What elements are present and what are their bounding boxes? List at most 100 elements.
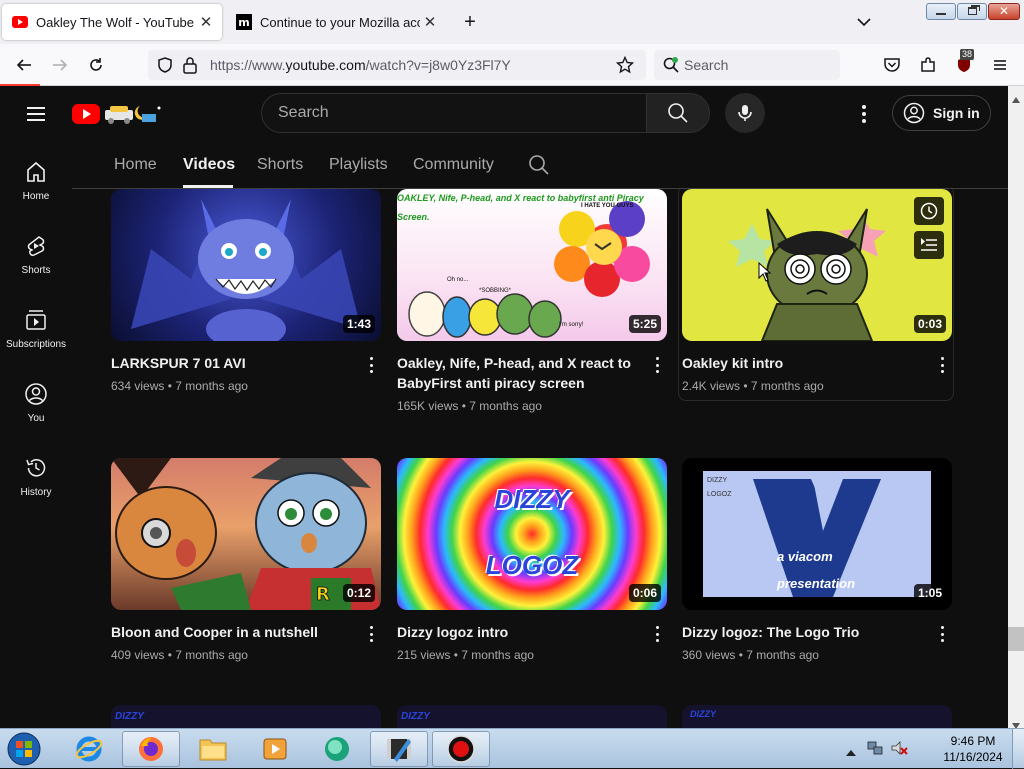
video-grid: 1:43 LARKSPUR 7 01 AVI 634 views • 7 mon… [0, 189, 1008, 728]
mouse-cursor-icon [758, 261, 772, 287]
video-thumbnail-partial[interactable]: DIZZY [111, 705, 381, 728]
video-more-actions-icon[interactable] [651, 355, 663, 375]
voice-search-button[interactable] [725, 93, 765, 133]
settings-more-icon[interactable] [852, 102, 876, 126]
start-button[interactable] [4, 731, 44, 767]
thumbnail-quote: *SOBBING* [479, 288, 512, 294]
video-metadata: 634 views • 7 months ago [111, 379, 248, 393]
close-tab-icon[interactable]: ✕ [420, 13, 440, 31]
microphone-icon [738, 105, 752, 121]
video-more-actions-icon[interactable] [365, 624, 377, 644]
channel-search-icon[interactable] [528, 154, 550, 181]
thumbnail-quote: Oh no... [447, 277, 469, 283]
browser-nav-bar: https://www.youtube.com/watch?v=j8w0Yz3F… [0, 44, 1024, 86]
video-title[interactable]: Oakley, Nife, P-head, and X react to Bab… [397, 353, 637, 393]
thumbnail-caption: presentation [777, 576, 856, 591]
search-input[interactable]: Search [261, 93, 647, 133]
video-thumbnail[interactable]: OAKLEY, Nife, P-head, and X react to bab… [397, 189, 667, 341]
restore-window-button[interactable] [957, 3, 987, 20]
bookmark-star-icon[interactable] [615, 55, 635, 79]
video-editor-taskbar-icon[interactable] [370, 731, 428, 767]
app-menu-icon[interactable] [986, 51, 1014, 79]
screen-recorder-taskbar-icon[interactable] [432, 731, 490, 767]
new-tab-icon[interactable]: + [458, 10, 482, 34]
video-duration: 0:12 [342, 584, 375, 602]
tab-home[interactable]: Home [114, 156, 157, 174]
pocket-icon[interactable] [878, 51, 906, 79]
video-thumbnail-partial[interactable]: DIZZY [397, 705, 667, 728]
tracking-protection-shield-icon[interactable] [156, 56, 174, 79]
video-metadata: 215 views • 7 months ago [397, 648, 534, 662]
video-metadata: 409 views • 7 months ago [111, 648, 248, 662]
network-tray-icon[interactable] [866, 739, 884, 762]
clock-time: 9:46 PM [950, 734, 996, 748]
volume-muted-tray-icon[interactable] [890, 739, 908, 762]
video-title[interactable]: Dizzy logoz intro [397, 622, 637, 642]
show-desktop-button[interactable] [1012, 729, 1024, 769]
video-more-actions-icon[interactable] [651, 624, 663, 644]
minimize-window-button[interactable] [926, 3, 956, 20]
video-thumbnail-partial[interactable]: DIZZY [682, 705, 952, 728]
extensions-puzzle-icon[interactable] [914, 51, 942, 79]
video-duration: 1:05 [913, 584, 946, 602]
account-circle-icon [903, 102, 925, 124]
show-hidden-icons-arrow[interactable] [846, 743, 856, 761]
ublock-extension-icon[interactable]: 38 [950, 49, 978, 79]
browser-tab-title: Oakley The Wolf - YouTube [36, 14, 195, 30]
tab-playlists[interactable]: Playlists [329, 156, 388, 174]
forward-arrow-icon[interactable] [46, 51, 74, 79]
system-clock[interactable]: 9:46 PM 11/16/2024 [928, 733, 1018, 765]
video-more-actions-icon[interactable] [365, 355, 377, 375]
close-tab-icon[interactable]: ✕ [196, 13, 216, 31]
media-player-taskbar-icon[interactable] [246, 731, 304, 767]
scroll-up-arrow-icon[interactable] [1012, 90, 1020, 108]
video-title[interactable]: Bloon and Cooper in a nutshell [111, 622, 351, 642]
search-engine-icon [662, 56, 680, 79]
video-duration: 5:25 [628, 315, 661, 333]
browser-tab-title: Continue to your Mozilla account [260, 14, 420, 30]
reload-icon[interactable] [82, 51, 110, 79]
video-title[interactable]: Dizzy logoz: The Logo Trio [682, 622, 922, 642]
youtube-favicon-icon [12, 14, 28, 30]
winged-creature-illustration [131, 199, 361, 341]
thumbnail-caption: a viacom [777, 549, 833, 564]
internet-explorer-taskbar-icon[interactable] [60, 731, 118, 767]
sign-in-button[interactable]: Sign in [892, 95, 991, 131]
lock-icon[interactable] [182, 56, 198, 79]
back-arrow-icon[interactable] [10, 51, 38, 79]
messenger-taskbar-icon[interactable] [308, 731, 366, 767]
clock-date: 11/16/2024 [943, 750, 1003, 764]
video-title[interactable]: LARKSPUR 7 01 AVI [111, 353, 351, 373]
tab-community[interactable]: Community [413, 156, 494, 174]
video-thumbnail[interactable]: R 0:12 [111, 458, 381, 610]
video-duration: 0:06 [628, 584, 661, 602]
web-search-box[interactable]: Search [654, 50, 840, 80]
guide-menu-icon[interactable] [24, 102, 48, 131]
browser-tab-youtube[interactable]: Oakley The Wolf - YouTube ✕ [2, 4, 222, 40]
sign-in-label: Sign in [933, 105, 980, 121]
thumbnail-logo-text: DIZZY [494, 484, 570, 514]
channel-tabs: Home Videos Shorts Playlists Community [72, 142, 1008, 189]
video-thumbnail[interactable]: 1:43 [111, 189, 381, 341]
mozilla-favicon-icon: m [236, 14, 252, 30]
file-explorer-taskbar-icon[interactable] [184, 731, 242, 767]
firefox-taskbar-icon[interactable] [122, 731, 180, 767]
search-button[interactable] [646, 93, 710, 133]
tab-videos[interactable]: Videos [183, 156, 235, 174]
video-metadata: 165K views • 7 months ago [397, 399, 542, 413]
video-thumbnail[interactable]: DIZZY LOGOZ 0:06 [397, 458, 667, 610]
search-placeholder: Search [278, 104, 329, 121]
bloon-cooper-illustration: R [111, 458, 381, 610]
video-thumbnail[interactable]: DIZZY LOGOZ a viacom presentation 1:05 [682, 458, 952, 610]
video-more-actions-icon[interactable] [936, 624, 948, 644]
close-window-button[interactable]: ✕ [988, 3, 1020, 20]
youtube-page: Search Sign in Home Shorts Subscriptions… [0, 86, 1024, 728]
tab-shorts[interactable]: Shorts [257, 156, 303, 174]
thumbnail-small-text: LOGOZ [707, 491, 732, 498]
browser-tab-mozilla[interactable]: m Continue to your Mozilla account ✕ [226, 4, 446, 40]
url-bar[interactable]: https://www.youtube.com/watch?v=j8w0Yz3F… [148, 50, 646, 80]
youtube-doodle-logo[interactable] [72, 100, 164, 131]
search-icon [668, 103, 688, 123]
list-all-tabs-icon[interactable] [852, 10, 876, 34]
scrollbar-thumb[interactable] [1008, 627, 1024, 651]
